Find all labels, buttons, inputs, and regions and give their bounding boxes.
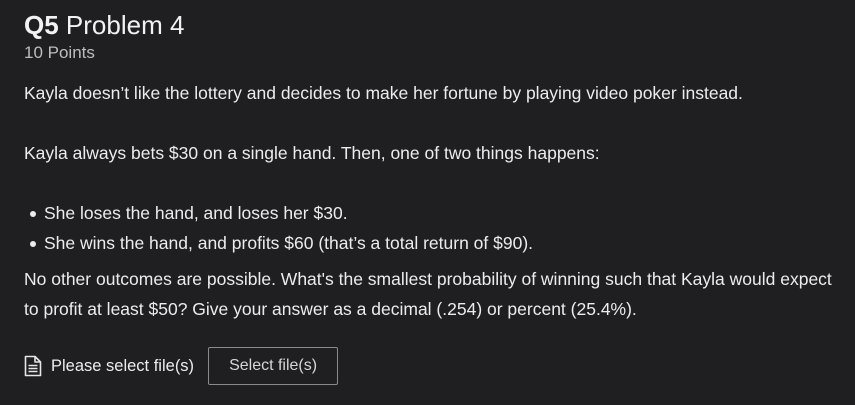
question-paragraph-prompt: No other outcomes are possible. What's t… (24, 269, 832, 319)
question-paragraph-intro: Kayla doesn’t like the lottery and decid… (24, 83, 743, 103)
select-files-button[interactable]: Select file(s) (208, 347, 339, 385)
question-points: 10 Points (24, 43, 95, 62)
outcomes-list: She loses the hand, and loses her $30. S… (24, 198, 844, 258)
question-number: Q5 (24, 10, 59, 40)
file-upload-row: Please select file(s) Select file(s) (24, 346, 339, 386)
question-title: Q5 Problem 4 (24, 8, 844, 42)
outcome-item-win: She wins the hand, and profits $60 (that… (30, 228, 844, 258)
question-title-text: Problem 4 (65, 10, 185, 40)
file-icon (24, 355, 42, 377)
question-body: Kayla doesn’t like the lottery and decid… (24, 78, 844, 324)
question-paragraph-bet: Kayla always bets $30 on a single hand. … (24, 143, 600, 163)
question-card: Q5 Problem 4 10 Points Kayla doesn’t lik… (24, 8, 844, 324)
outcome-item-lose: She loses the hand, and loses her $30. (30, 198, 844, 228)
upload-label: Please select file(s) (51, 356, 195, 375)
